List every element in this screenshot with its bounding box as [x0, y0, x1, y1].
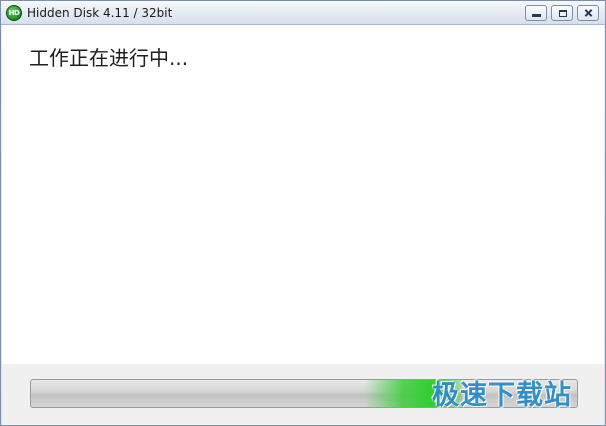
minimize-icon [532, 14, 541, 17]
app-window: HD Hidden Disk 4.11 / 32bit 工作正在进行中... [0, 0, 606, 426]
minimize-button[interactable] [525, 5, 547, 21]
window-title: Hidden Disk 4.11 / 32bit [27, 6, 173, 20]
caption-buttons [525, 5, 599, 21]
close-icon [578, 6, 598, 20]
maximize-button[interactable] [551, 5, 573, 21]
close-button[interactable] [577, 5, 599, 21]
title-bar[interactable]: HD Hidden Disk 4.11 / 32bit [1, 1, 605, 25]
maximize-icon [559, 10, 567, 17]
watermark-logo: 极速下载站 [432, 380, 572, 411]
content-area: 工作正在进行中... [2, 25, 604, 364]
status-message: 工作正在进行中... [29, 46, 189, 70]
hidden-disk-app-icon[interactable]: HD [6, 5, 22, 21]
